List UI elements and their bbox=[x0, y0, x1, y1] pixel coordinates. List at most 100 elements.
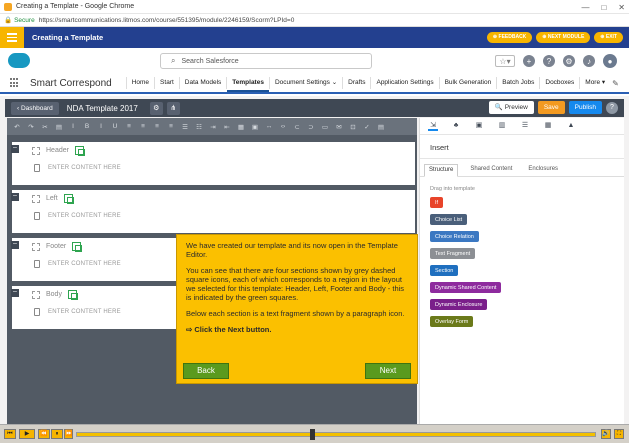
comment-icon[interactable]: ✉ bbox=[335, 123, 343, 131]
nav-item-batch-jobs[interactable]: Batch Jobs bbox=[497, 74, 539, 92]
previous-icon[interactable]: ⏪ bbox=[38, 429, 50, 439]
exit-button[interactable]: ⊕ EXIT bbox=[594, 32, 623, 43]
section-header[interactable]: – Header ENTER CONTENT HERE bbox=[11, 142, 415, 185]
collapse-icon[interactable]: – bbox=[11, 144, 19, 153]
nav-item-data-models[interactable]: Data Models bbox=[180, 74, 227, 92]
html-icon[interactable]: ‹› bbox=[279, 123, 287, 130]
hierarchy-icon[interactable]: ⋔ bbox=[166, 101, 180, 115]
chip-choice-relation[interactable]: Choice Relation bbox=[430, 231, 479, 242]
nav-item-drafts[interactable]: Drafts bbox=[343, 74, 370, 92]
progress-handle[interactable] bbox=[310, 429, 315, 440]
avatar[interactable]: ● bbox=[603, 54, 617, 68]
alert-tab-icon[interactable]: ▲ bbox=[566, 121, 576, 131]
bold-icon[interactable]: B bbox=[83, 123, 91, 130]
redo-icon[interactable]: ↷ bbox=[27, 123, 35, 131]
next-button[interactable]: Next bbox=[365, 363, 411, 379]
collapse-icon[interactable]: – bbox=[11, 288, 19, 297]
number-list-icon[interactable]: ☷ bbox=[195, 123, 203, 131]
play-icon[interactable]: ▶ bbox=[19, 429, 35, 439]
align-center-icon[interactable]: ≡ bbox=[139, 123, 147, 130]
fragment-placeholder[interactable]: ENTER CONTENT HERE bbox=[48, 261, 121, 267]
feedback-button[interactable]: ⊕ FEEDBACK bbox=[486, 32, 533, 43]
code-icon[interactable]: ↔ bbox=[265, 123, 273, 130]
nav-item-bulk-generation[interactable]: Bulk Generation bbox=[440, 74, 497, 92]
align-left-icon[interactable]: ≡ bbox=[125, 123, 133, 130]
add-icon[interactable]: + bbox=[523, 55, 535, 67]
publish-button[interactable]: Publish bbox=[568, 101, 602, 114]
volume-icon[interactable]: 🔊 bbox=[601, 429, 611, 439]
crop-icon[interactable]: ⊡ bbox=[349, 123, 357, 131]
nav-item-document-settings[interactable]: Document Settings ⌄ bbox=[270, 74, 342, 92]
search-input[interactable]: ⌕ Search Salesforce bbox=[160, 53, 372, 69]
italic-icon[interactable]: I bbox=[97, 123, 105, 130]
help-icon[interactable]: ? bbox=[543, 55, 555, 67]
chip-dynamic-enclosure[interactable]: Dynamic Enclosure bbox=[430, 299, 488, 310]
lock-tab-icon[interactable]: ▣ bbox=[474, 121, 484, 131]
outdent-icon[interactable]: ⇤ bbox=[223, 123, 231, 131]
close-icon[interactable]: ✕ bbox=[618, 3, 625, 12]
pause-icon[interactable]: ⏸ bbox=[51, 429, 63, 439]
next-module-button[interactable]: ⊕ NEXT MODULE bbox=[536, 32, 591, 43]
nav-item-application-settings[interactable]: Application Settings bbox=[371, 74, 438, 92]
app-launcher-icon[interactable] bbox=[10, 78, 20, 88]
style-tab-icon[interactable]: ♣ bbox=[451, 121, 461, 131]
bullet-list-icon[interactable]: ☰ bbox=[181, 123, 189, 131]
notifications-bell-icon[interactable]: ♪ bbox=[583, 55, 595, 67]
more-tools-icon[interactable]: ▤ bbox=[377, 123, 385, 131]
paste-icon[interactable]: ▤ bbox=[55, 123, 63, 131]
chip-text-fragment[interactable]: Text Fragment bbox=[430, 248, 476, 259]
fragment-placeholder[interactable]: ENTER CONTENT HERE bbox=[48, 309, 121, 315]
image-icon[interactable]: ▣ bbox=[251, 123, 259, 131]
underline-icon[interactable]: U bbox=[111, 123, 119, 130]
chip-section[interactable]: Section bbox=[430, 265, 459, 276]
nav-item-more[interactable]: More ▾ bbox=[580, 74, 610, 92]
nav-item-templates[interactable]: Templates bbox=[227, 74, 269, 92]
save-button[interactable]: Save bbox=[537, 101, 565, 114]
progress-track[interactable] bbox=[76, 432, 596, 437]
chip-dynamic-shared-content[interactable]: Dynamic Shared Content bbox=[430, 282, 502, 293]
address-bar[interactable]: 🔒 Secure https://smartcommunications.lit… bbox=[0, 14, 629, 27]
forward-icon[interactable]: ⏩ bbox=[64, 429, 73, 439]
insert-tab-icon[interactable]: ⇲ bbox=[428, 121, 438, 131]
spellcheck-icon[interactable]: ✓ bbox=[363, 123, 371, 131]
editor-help-icon[interactable]: ? bbox=[606, 101, 618, 114]
dashboard-button[interactable]: ‹ Dashboard bbox=[11, 101, 59, 115]
back-button[interactable]: Back bbox=[183, 363, 229, 379]
tab-enclosures[interactable]: Enclosures bbox=[524, 164, 562, 176]
field-icon[interactable]: ▭ bbox=[321, 123, 329, 131]
fullscreen-icon[interactable]: ⛶ bbox=[614, 429, 624, 439]
link-icon[interactable]: ⊂ bbox=[293, 123, 301, 131]
nav-item-docboxes[interactable]: Docboxes bbox=[540, 74, 579, 92]
cut-icon[interactable]: ✂ bbox=[41, 123, 49, 131]
layout-tab-icon[interactable]: ▥ bbox=[497, 121, 507, 131]
setup-gear-icon[interactable]: ⚙ bbox=[563, 55, 575, 67]
chip-if[interactable]: If bbox=[430, 197, 444, 208]
indent-icon[interactable]: ⇥ bbox=[209, 123, 217, 131]
fragment-placeholder[interactable]: ENTER CONTENT HERE bbox=[48, 213, 121, 219]
undo-icon[interactable]: ↶ bbox=[13, 123, 21, 131]
collapse-icon[interactable]: – bbox=[11, 192, 19, 201]
section-left[interactable]: – Left ENTER CONTENT HERE bbox=[11, 190, 415, 233]
align-right-icon[interactable]: ≡ bbox=[153, 123, 161, 130]
chip-overlay-form[interactable]: Overlay Form bbox=[430, 316, 474, 327]
fragment-placeholder[interactable]: ENTER CONTENT HERE bbox=[48, 165, 121, 171]
menu-icon[interactable] bbox=[0, 27, 24, 48]
settings-gear-icon[interactable]: ⚙ bbox=[149, 101, 163, 115]
favorites-icon[interactable]: ☆▾ bbox=[495, 55, 515, 67]
table-tab-icon[interactable]: ▦ bbox=[543, 121, 553, 131]
justify-icon[interactable]: ≡ bbox=[167, 123, 175, 130]
chip-choice-list[interactable]: Choice List bbox=[430, 214, 468, 225]
clear-format-icon[interactable]: I bbox=[69, 123, 77, 130]
collapse-icon[interactable]: – bbox=[11, 240, 19, 249]
url-text[interactable]: https://smartcommunications.litmos.com/c… bbox=[39, 17, 295, 24]
rewind-icon[interactable]: ⏮ bbox=[4, 429, 16, 439]
preview-button[interactable]: 🔍 Preview bbox=[488, 101, 534, 114]
tab-shared-content[interactable]: Shared Content bbox=[466, 164, 516, 176]
tab-structure[interactable]: Structure bbox=[424, 164, 459, 177]
table-icon[interactable]: ▦ bbox=[237, 123, 245, 131]
nav-item-start[interactable]: Start bbox=[155, 74, 179, 92]
maximize-icon[interactable]: □ bbox=[601, 3, 606, 12]
minimize-icon[interactable]: — bbox=[581, 3, 589, 12]
edit-nav-icon[interactable]: ✎ bbox=[612, 79, 619, 88]
anchor-icon[interactable]: ⊃ bbox=[307, 123, 315, 131]
